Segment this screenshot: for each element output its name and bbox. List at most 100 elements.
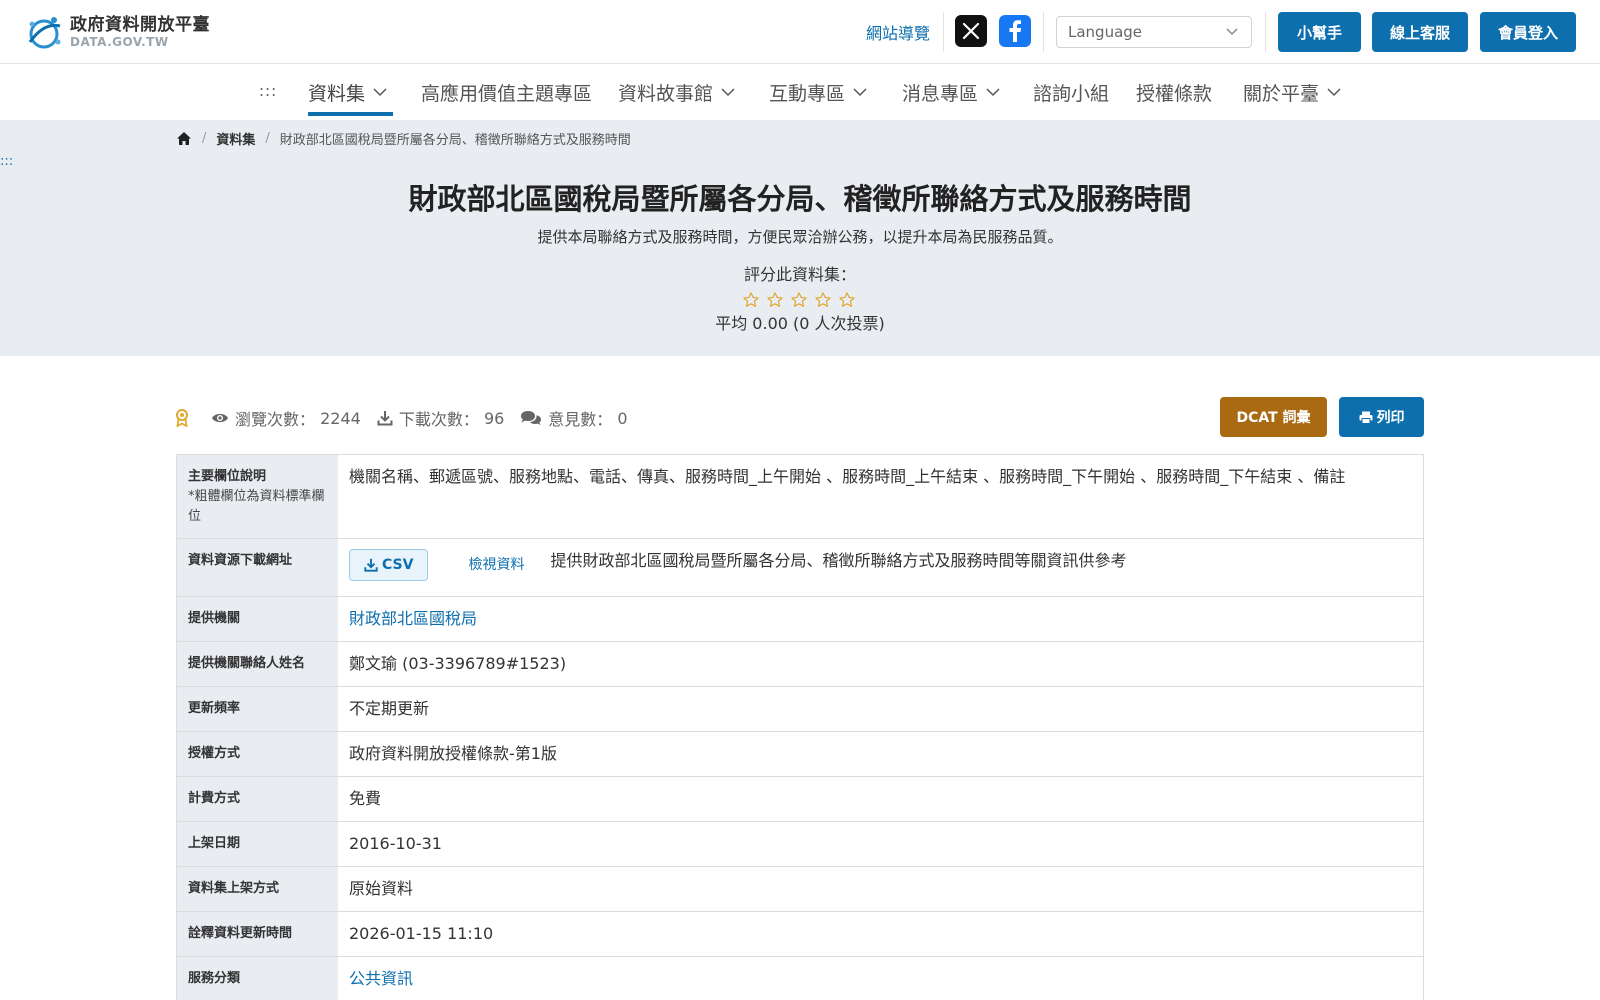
logo-title: 政府資料開放平臺 xyxy=(70,15,210,35)
provider-label: 提供機關 xyxy=(177,597,338,641)
table-row: 詮釋資料更新時間 2026-01-15 11:10 xyxy=(177,912,1423,957)
table-row: 資料集上架方式 原始資料 xyxy=(177,867,1423,912)
star-icon[interactable] xyxy=(739,289,763,311)
dataset-hero: / 資料集 / 財政部北區國稅局暨所屬各分局、稽徵所聯絡方式及服務時間 ::: … xyxy=(0,120,1600,356)
download-count-value: 96 xyxy=(483,408,505,428)
publish-date-label: 上架日期 xyxy=(177,822,338,866)
table-row: 計費方式 免費 xyxy=(177,777,1423,822)
fee-value: 免費 xyxy=(349,789,382,808)
login-button[interactable]: 會員登入 xyxy=(1480,12,1576,52)
breadcrumb-datasets[interactable]: 資料集 xyxy=(216,129,255,148)
language-select[interactable]: Language xyxy=(1056,16,1252,48)
metadata-updated-label: 詮釋資料更新時間 xyxy=(177,912,338,956)
divider xyxy=(943,12,944,52)
publish-method-value: 原始資料 xyxy=(349,879,414,898)
nav-item-license[interactable]: 授權條款 xyxy=(1136,78,1212,106)
nav-accesskey[interactable]: ::: xyxy=(259,82,277,100)
site-header: 政府資料開放平臺 DATA.GOV.TW 網站導覽 Language 小幫手 線… xyxy=(0,0,1600,64)
dataset-stats: 瀏覽次數： 2244 下載次數： 96 意見數： 0 xyxy=(175,406,644,430)
chevron-down-icon xyxy=(721,88,735,97)
print-button[interactable]: 列印 xyxy=(1339,397,1424,437)
active-nav-indicator xyxy=(308,112,393,116)
download-icon xyxy=(377,411,393,426)
x-twitter-icon[interactable] xyxy=(955,15,987,47)
nav-item-interactive[interactable]: 互動專區 xyxy=(769,78,867,106)
csv-download-button[interactable]: CSV xyxy=(349,549,429,581)
table-row: 主要欄位說明 *粗體欄位為資料標準欄位 機關名稱、郵遞區號、服務地點、電話、傳真… xyxy=(177,455,1423,539)
table-row: 服務分類 公共資訊 xyxy=(177,957,1423,1000)
rating-stars xyxy=(739,289,859,311)
license-label: 授權方式 xyxy=(177,732,338,776)
main-nav: ::: 資料集 高應用價值主題專區 資料故事館 互動專區 消息專區 諮詢小組 授… xyxy=(0,64,1600,120)
chevron-down-icon xyxy=(853,88,867,97)
contact-label: 提供機關聯絡人姓名 xyxy=(177,642,338,686)
comment-count: 意見數： 0 xyxy=(520,406,628,430)
divider xyxy=(1265,12,1266,52)
nav-item-stories[interactable]: 資料故事館 xyxy=(618,78,735,106)
nav-item-news[interactable]: 消息專區 xyxy=(902,78,1000,106)
publish-method-label: 資料集上架方式 xyxy=(177,867,338,911)
dataset-info-table: 主要欄位說明 *粗體欄位為資料標準欄位 機關名稱、郵遞區號、服務地點、電話、傳真… xyxy=(176,454,1424,1000)
chevron-down-icon xyxy=(1226,28,1238,36)
star-icon[interactable] xyxy=(811,289,835,311)
rating-label: 評分此資料集： xyxy=(743,265,856,284)
star-icon[interactable] xyxy=(835,289,859,311)
chevron-down-icon xyxy=(373,88,387,97)
home-icon[interactable] xyxy=(176,131,192,146)
helper-button[interactable]: 小幫手 xyxy=(1278,12,1361,52)
logo-icon xyxy=(28,17,61,49)
table-row: 上架日期 2016-10-31 xyxy=(177,822,1423,867)
divider xyxy=(1043,12,1044,52)
table-row: 資料資源下載網址 CSV 檢視資料 提供財政部北區國稅局暨所屬各分局、稽徵所聯絡… xyxy=(177,539,1423,597)
page-title: 財政部北區國稅局暨所屬各分局、稽徵所聯絡方式及服務時間 xyxy=(408,182,1192,216)
nav-item-about[interactable]: 關於平臺 xyxy=(1243,78,1341,106)
frequency-label: 更新頻率 xyxy=(177,687,338,731)
contact-value: 鄭文瑜 (03-3396789#1523) xyxy=(349,654,567,673)
logo-subtitle: DATA.GOV.TW xyxy=(70,35,169,49)
nav-item-datasets[interactable]: 資料集 xyxy=(308,78,387,106)
fields-note: *粗體欄位為資料標準欄位 xyxy=(188,489,325,524)
chevron-down-icon xyxy=(1327,88,1341,97)
dataset-description: 提供本局聯絡方式及服務時間，方便民眾洽辦公務，以提升本局為民服務品質。 xyxy=(537,228,1063,246)
provider-link[interactable]: 財政部北區國稅局 xyxy=(349,608,477,630)
view-count-value: 2244 xyxy=(320,408,361,428)
star-icon[interactable] xyxy=(763,289,787,311)
fee-label: 計費方式 xyxy=(177,777,338,821)
category-link[interactable]: 公共資訊 xyxy=(349,968,413,990)
fields-value: 機關名稱、郵遞區號、服務地點、電話、傳真、服務時間_上午開始 、服務時間_上午結… xyxy=(349,467,1346,486)
award-icon xyxy=(176,409,188,427)
site-logo[interactable]: 政府資料開放平臺 DATA.GOV.TW xyxy=(24,12,210,52)
content-accesskey[interactable]: ::: xyxy=(0,154,13,169)
table-row: 授權方式 政府資料開放授權條款-第1版 xyxy=(177,732,1423,777)
eye-icon xyxy=(212,413,228,423)
resource-description: 提供財政部北區國稅局暨所屬各分局、稽徵所聯絡方式及服務時間等關資訊供參考 xyxy=(550,551,1127,570)
nav-item-high-value[interactable]: 高應用價值主題專區 xyxy=(421,78,592,106)
facebook-icon[interactable] xyxy=(999,15,1031,47)
printer-icon xyxy=(1359,411,1372,424)
download-count: 下載次數： 96 xyxy=(377,406,504,430)
view-data-link[interactable]: 檢視資料 xyxy=(468,549,524,581)
breadcrumb: / 資料集 / 財政部北區國稅局暨所屬各分局、稽徵所聯絡方式及服務時間 xyxy=(176,128,631,148)
metadata-updated-value: 2026-01-15 11:10 xyxy=(349,924,494,943)
table-row: 提供機關聯絡人姓名 鄭文瑜 (03-3396789#1523) xyxy=(177,642,1423,687)
rating-average: 平均 0.00 (0 人次投票) xyxy=(715,314,885,333)
resource-label: 資料資源下載網址 xyxy=(177,539,338,596)
download-icon xyxy=(364,558,378,572)
chevron-down-icon xyxy=(986,88,1000,97)
sitemap-link[interactable]: 網站導覽 xyxy=(866,20,930,44)
language-select-value: Language xyxy=(1068,23,1143,41)
online-support-button[interactable]: 線上客服 xyxy=(1372,12,1468,52)
table-row: 提供機關 財政部北區國稅局 xyxy=(177,597,1423,642)
dcat-vocabulary-button[interactable]: DCAT 詞彙 xyxy=(1220,397,1327,437)
publish-date-value: 2016-10-31 xyxy=(349,834,442,853)
comments-icon xyxy=(521,411,542,425)
category-label: 服務分類 xyxy=(177,957,338,1000)
table-row: 更新頻率 不定期更新 xyxy=(177,687,1423,732)
view-count: 瀏覽次數： 2244 xyxy=(211,406,361,430)
fields-label: 主要欄位說明 xyxy=(188,469,267,484)
comment-count-value: 0 xyxy=(617,408,628,428)
nav-item-advisory[interactable]: 諮詢小組 xyxy=(1033,78,1109,106)
license-value: 政府資料開放授權條款-第1版 xyxy=(349,744,557,763)
frequency-value: 不定期更新 xyxy=(349,699,430,718)
star-icon[interactable] xyxy=(787,289,811,311)
